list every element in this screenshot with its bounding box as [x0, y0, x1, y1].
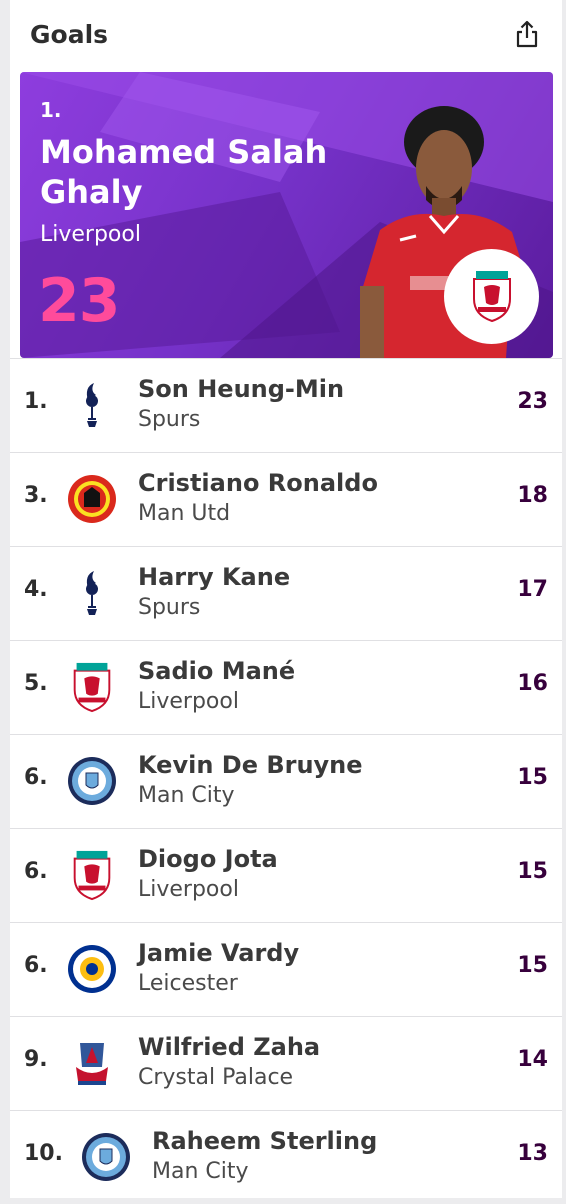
row-rank: 1.: [24, 389, 48, 414]
row-player-name: Kevin De Bruyne: [138, 751, 363, 779]
row-rank: 3.: [24, 483, 48, 508]
leader-name: Mohamed Salah Ghaly: [40, 133, 328, 211]
row-goals: 14: [517, 1047, 548, 1072]
spurs-crest-icon: [66, 379, 118, 431]
leader-club-badge: [444, 249, 539, 344]
row-goals: 15: [517, 953, 548, 978]
row-club-name: Spurs: [138, 595, 201, 620]
leaderboard-row[interactable]: 10. Raheem Sterling Man City 13: [10, 1110, 562, 1204]
row-player-name: Sadio Mané: [138, 657, 296, 685]
row-player-name: Diogo Jota: [138, 845, 278, 873]
row-club-name: Liverpool: [138, 877, 239, 902]
leader-club: Liverpool: [40, 222, 141, 247]
row-goals: 17: [517, 577, 548, 602]
row-goals: 13: [517, 1141, 548, 1166]
row-rank: 6.: [24, 953, 48, 978]
row-player-name: Wilfried Zaha: [138, 1033, 321, 1061]
row-rank: 6.: [24, 859, 48, 884]
row-rank: 5.: [24, 671, 48, 696]
row-club-name: Man Utd: [138, 501, 231, 526]
row-club-name: Man City: [152, 1159, 249, 1184]
row-player-name: Cristiano Ronaldo: [138, 469, 378, 497]
row-rank: 10.: [24, 1141, 63, 1166]
goals-card: Goals 1. Mohamed Salah Ghaly Liverpool 2…: [10, 0, 562, 1198]
leaderboard-row[interactable]: 1. Son Heung-Min Spurs 23: [10, 358, 562, 452]
leaderboard-row[interactable]: 4. Harry Kane Spurs 17: [10, 546, 562, 640]
card-title: Goals: [30, 20, 109, 49]
row-player-name: Jamie Vardy: [138, 939, 300, 967]
row-rank: 6.: [24, 765, 48, 790]
leaderboard-row[interactable]: 6. Diogo Jota Liverpool 15: [10, 828, 562, 922]
man-utd-crest-icon: [66, 473, 118, 525]
row-club-name: Spurs: [138, 407, 201, 432]
leader-card[interactable]: 1. Mohamed Salah Ghaly Liverpool 23: [20, 72, 553, 358]
row-club-name: Leicester: [138, 971, 238, 996]
row-goals: 18: [517, 483, 548, 508]
row-player-name: Harry Kane: [138, 563, 291, 591]
man-city-crest-icon: [66, 755, 118, 807]
spurs-crest-icon: [66, 567, 118, 619]
leaderboard-row[interactable]: 6. Jamie Vardy Leicester 15: [10, 922, 562, 1016]
row-rank: 9.: [24, 1047, 48, 1072]
row-goals: 16: [517, 671, 548, 696]
crystal-palace-crest-icon: [66, 1037, 118, 1089]
leaderboard-row[interactable]: 6. Kevin De Bruyne Man City 15: [10, 734, 562, 828]
card-header: Goals: [10, 0, 562, 70]
row-club-name: Crystal Palace: [138, 1065, 294, 1090]
liverpool-crest-icon: [66, 849, 118, 901]
share-icon[interactable]: [514, 20, 540, 50]
leaderboard-row[interactable]: 9. Wilfried Zaha Crystal Palace 14: [10, 1016, 562, 1110]
leader-rank: 1.: [40, 98, 62, 122]
liverpool-crest-icon: [473, 271, 511, 323]
man-city-crest-icon: [80, 1131, 132, 1183]
leaderboard-row[interactable]: 5. Sadio Mané Liverpool 16: [10, 640, 562, 734]
leaderboard-row[interactable]: 3. Cristiano Ronaldo Man Utd 18: [10, 452, 562, 546]
row-goals: 23: [517, 389, 548, 414]
row-goals: 15: [517, 765, 548, 790]
row-club-name: Man City: [138, 783, 235, 808]
row-player-name: Raheem Sterling: [152, 1127, 378, 1155]
row-rank: 4.: [24, 577, 48, 602]
leader-goals: 23: [38, 266, 120, 336]
row-club-name: Liverpool: [138, 689, 239, 714]
leicester-crest-icon: [66, 943, 118, 995]
row-goals: 15: [517, 859, 548, 884]
liverpool-crest-icon: [66, 661, 118, 713]
row-player-name: Son Heung-Min: [138, 375, 345, 403]
